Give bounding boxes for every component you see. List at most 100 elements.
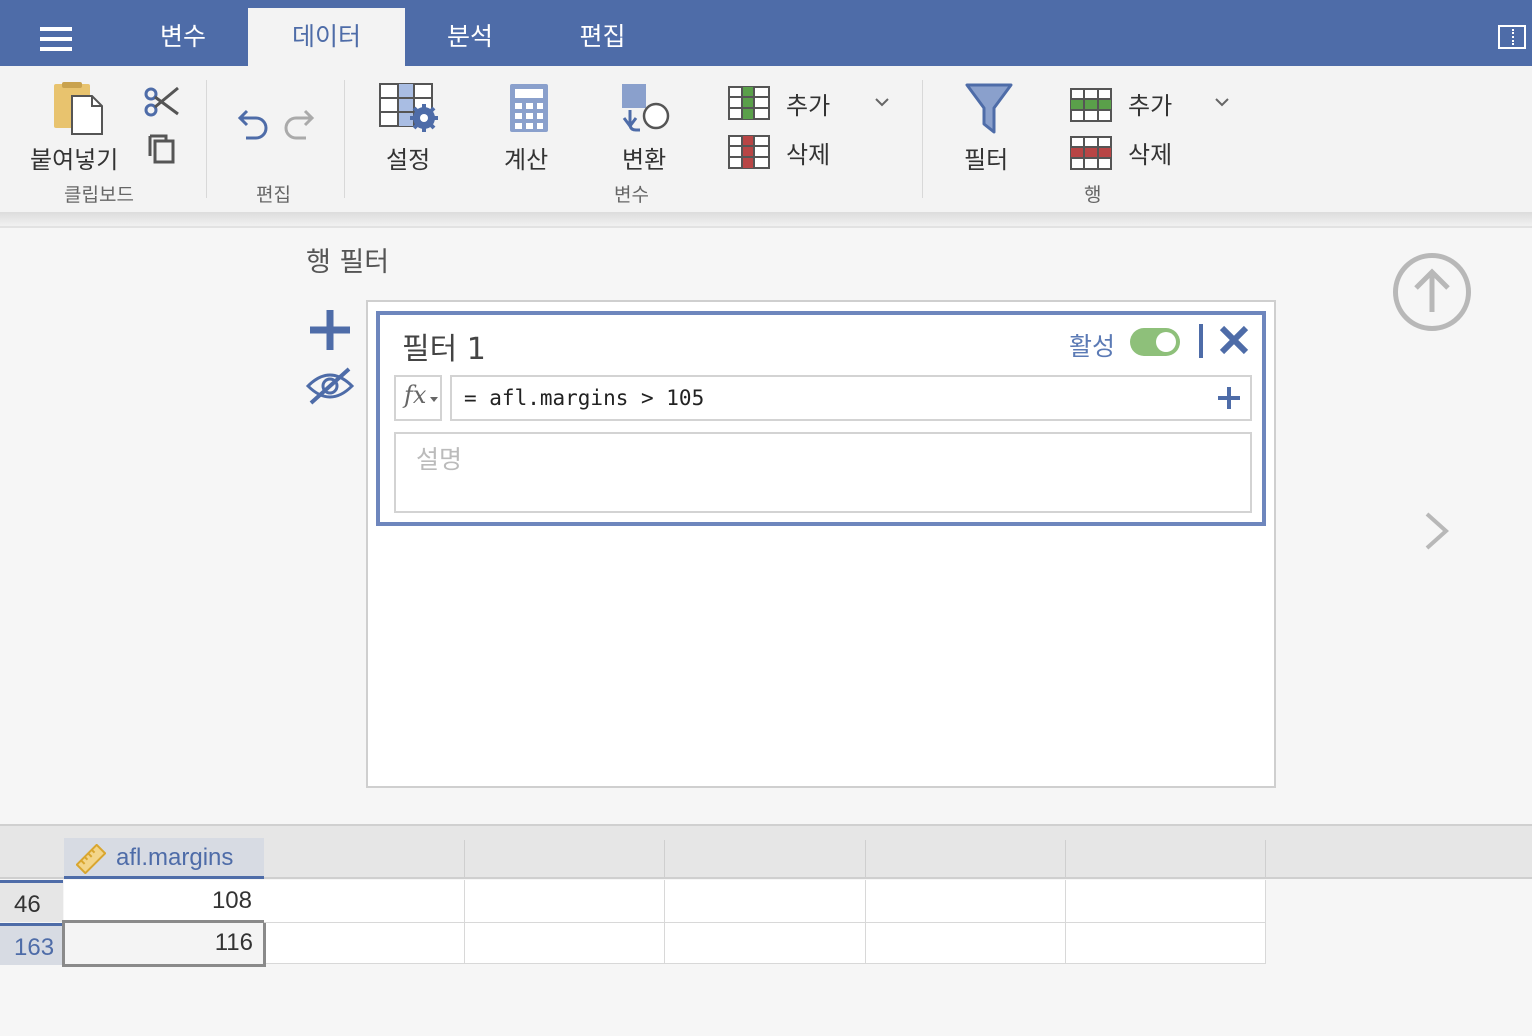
transform-label: 변환 (622, 146, 667, 174)
table-cell-selected[interactable]: 116 (62, 920, 266, 967)
filter-active-toggle[interactable] (1130, 328, 1180, 356)
scissors-icon (144, 86, 179, 117)
copy-icon (148, 134, 175, 164)
compute-button[interactable] (508, 82, 550, 136)
tab-variables[interactable]: 변수 (118, 8, 248, 66)
undo-button[interactable] (234, 108, 270, 144)
top-tab-bar: 변수 데이터 분석 편집 (0, 0, 1532, 66)
setup-button[interactable] (378, 82, 444, 136)
add-row-button[interactable] (1070, 88, 1112, 122)
fx-icon: fx (404, 381, 427, 409)
empty-cell[interactable] (665, 880, 866, 923)
window-mode-icon[interactable] (1498, 25, 1526, 49)
caret-down-icon (430, 397, 438, 402)
ribbon-shadow (0, 212, 1532, 226)
delete-column-icon (728, 135, 770, 169)
cut-button[interactable] (144, 84, 180, 118)
description-placeholder: 설명 (416, 445, 463, 474)
plus-icon (310, 310, 350, 350)
compute-label: 계산 (504, 146, 549, 174)
filter-button[interactable] (964, 82, 1014, 136)
transform-button[interactable] (620, 82, 674, 136)
table-cell[interactable]: 108 (64, 880, 264, 922)
add-column-icon (728, 86, 770, 120)
add-condition-button[interactable] (1216, 385, 1242, 411)
column-header-afl-margins[interactable]: afl.margins (64, 838, 264, 879)
add-row-icon (1070, 88, 1112, 122)
clipboard-group-label: 클립보드 (64, 184, 134, 206)
filter-label: 필터 (964, 146, 1009, 174)
formula-text: = afl.margins > 105 (464, 386, 705, 410)
chevron-down-icon (875, 98, 889, 107)
function-picker-button[interactable]: fx (394, 375, 442, 421)
tab-edit[interactable]: 편집 (535, 8, 670, 66)
arrow-up-icon (1414, 268, 1450, 312)
remove-filter-button[interactable] (1218, 324, 1250, 356)
row-number[interactable]: 46 (0, 880, 63, 922)
undo-icon (237, 109, 268, 140)
filter-formula-input[interactable]: = afl.margins > 105 (450, 375, 1252, 421)
column-separator (464, 840, 465, 879)
column-separator (1065, 840, 1066, 879)
add-variable-button[interactable] (728, 86, 770, 120)
plus-icon (1218, 387, 1240, 409)
delete-variable-label: 삭제 (786, 141, 831, 169)
delete-variable-button[interactable] (728, 135, 770, 169)
tab-analyses[interactable]: 분석 (405, 8, 535, 66)
tab-data[interactable]: 데이터 (248, 8, 405, 66)
rows-group-label: 행 (1084, 184, 1102, 206)
delete-row-button[interactable] (1070, 136, 1112, 170)
delete-row-icon (1070, 136, 1112, 170)
setup-label: 설정 (386, 146, 431, 174)
add-variable-dropdown[interactable] (874, 96, 890, 108)
column-separator (1265, 840, 1266, 879)
hide-filtered-rows-button[interactable] (305, 366, 355, 406)
add-row-dropdown[interactable] (1214, 96, 1230, 108)
chevron-down-icon (1215, 98, 1229, 107)
ribbon-separator (922, 80, 923, 198)
add-row-label: 추가 (1128, 92, 1173, 120)
empty-cell[interactable] (665, 923, 866, 964)
empty-cell[interactable] (264, 880, 465, 923)
delete-row-label: 삭제 (1128, 141, 1173, 169)
calculator-icon (510, 84, 548, 132)
empty-cell[interactable] (1066, 880, 1266, 923)
filter-name: 필터 1 (402, 332, 486, 367)
data-setup-icon (379, 83, 438, 132)
ribbon-separator (206, 80, 207, 198)
ribbon-separator (344, 80, 345, 198)
collapse-panel-button[interactable] (1393, 253, 1471, 331)
row-number[interactable]: 163 (0, 923, 63, 965)
paste-button[interactable] (50, 82, 106, 136)
add-variable-label: 추가 (786, 92, 831, 120)
filter-active-label: 활성 (1069, 332, 1116, 361)
copy-button[interactable] (147, 133, 177, 165)
edit-group-label: 편집 (256, 184, 291, 206)
paste-label: 붙여넣기 (30, 146, 119, 174)
ribbon-divider (0, 226, 1532, 228)
empty-cell[interactable] (266, 923, 465, 964)
next-panel-button[interactable] (1422, 511, 1452, 551)
empty-cell[interactable] (465, 880, 665, 923)
hamburger-menu-icon[interactable] (40, 27, 72, 51)
paste-icon (54, 82, 103, 135)
close-icon (1219, 325, 1249, 355)
chevron-right-icon (1425, 512, 1449, 550)
column-name: afl.margins (116, 844, 234, 871)
add-filter-button[interactable] (308, 308, 352, 352)
empty-cell[interactable] (465, 923, 665, 964)
filter-description-field[interactable]: 설명 (394, 432, 1252, 513)
column-separator (664, 840, 665, 879)
filter-header-divider (1199, 324, 1203, 358)
empty-cell[interactable] (1066, 923, 1266, 964)
eye-slash-icon (305, 367, 355, 405)
ruler-icon (76, 844, 106, 874)
variables-group-label: 변수 (614, 184, 649, 206)
redo-button[interactable] (282, 108, 318, 144)
funnel-icon (965, 83, 1013, 134)
column-separator (865, 840, 866, 879)
empty-cell[interactable] (866, 923, 1066, 964)
transform-icon (622, 84, 670, 132)
empty-cell[interactable] (866, 880, 1066, 923)
redo-icon (284, 109, 315, 140)
